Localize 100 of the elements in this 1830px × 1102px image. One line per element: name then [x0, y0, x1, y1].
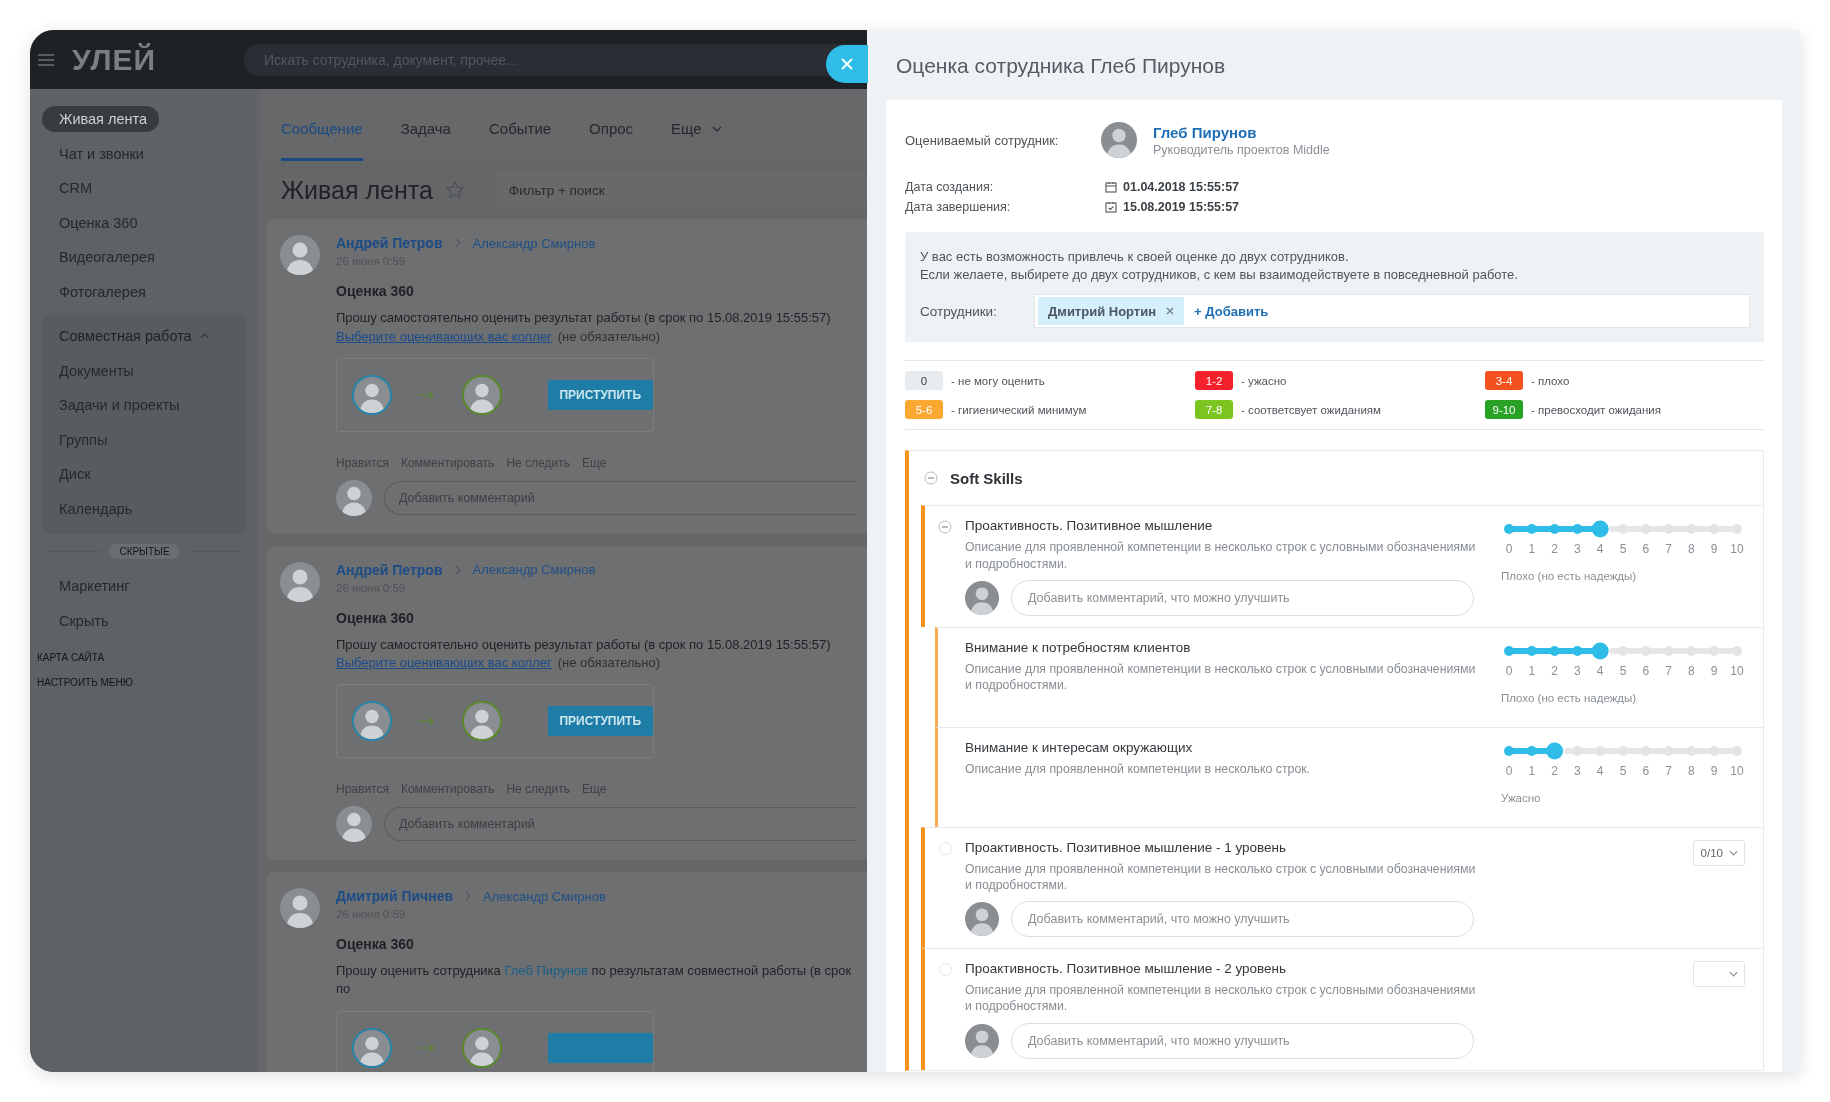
competency-description: Описание для проявленной компетенции в несколько строк с условными обозначениями и подробностями. — [965, 982, 1477, 1015]
employees-field[interactable]: Дмитрий Нортин + Добавить — [1034, 294, 1750, 329]
slider-track[interactable] — [1563, 745, 1742, 756]
tick-label: 10 — [1729, 542, 1745, 557]
tick-label: 0 — [1504, 763, 1514, 778]
slider-track[interactable] — [1609, 524, 1742, 535]
tab[interactable]: Задача — [400, 109, 451, 161]
tick-label: 9 — [1709, 763, 1719, 778]
legend-text: - не могу оценить — [951, 374, 1045, 387]
arrow-right-icon — [418, 389, 436, 400]
slider-thumb[interactable] — [1591, 520, 1609, 538]
sidebar-item[interactable]: Маркетинг — [47, 573, 142, 599]
avatar — [336, 806, 372, 843]
close-button[interactable] — [826, 45, 868, 83]
rating-label: Плохо (но есть надежды) — [1501, 570, 1638, 585]
tick-label: 10 — [1729, 663, 1745, 678]
tick-label: 7 — [1664, 542, 1673, 557]
tab[interactable]: Еще — [671, 109, 722, 161]
employee-role: Руководитель проектов Middle — [1153, 142, 1330, 157]
date-value: 15.08.2019 15:55:57 — [1123, 200, 1240, 214]
tick-label: 8 — [1687, 763, 1696, 778]
post-title: Оценка 360 — [336, 283, 415, 299]
competency-title: Проактивность. Позитивное мышление - 2 уровень — [965, 961, 1288, 977]
post-title: Оценка 360 — [336, 936, 415, 953]
sidebar-item[interactable]: Оценка 360 — [47, 209, 150, 236]
avatar — [461, 701, 502, 742]
remove-icon[interactable] — [1166, 307, 1175, 316]
score-badge: 5-6 — [905, 400, 943, 420]
legend-text: - соответсвует ожиданиям — [1241, 403, 1381, 416]
tab[interactable]: Опрос — [589, 109, 634, 161]
field-label: Сотрудники: — [920, 303, 998, 319]
score-badge: 9-10 — [1485, 400, 1523, 420]
field-label: Оцениваемый сотрудник: — [905, 132, 1060, 148]
sidebar-item[interactable]: Живая лента — [42, 106, 160, 132]
avatar — [461, 1028, 502, 1069]
slider-thumb[interactable] — [1546, 742, 1564, 760]
recipient-link[interactable]: Александр Смирнов — [472, 562, 596, 578]
rating-label: Ужасно — [1501, 791, 1542, 806]
author-link[interactable]: Андрей Петров — [336, 235, 443, 251]
arrow-right-icon — [418, 716, 436, 727]
collapse-icon[interactable] — [938, 520, 952, 535]
tick-label: 7 — [1664, 663, 1673, 678]
choose-colleagues-link[interactable]: Выберите оценивающих вас коллег — [336, 328, 552, 344]
avatar — [1101, 122, 1137, 158]
sidebar-item[interactable]: Чат и звонки — [47, 140, 156, 167]
start-button[interactable]: ПРИСТУПИТЬ — [547, 379, 653, 410]
add-link[interactable]: + Добавить — [1194, 303, 1269, 319]
score-badge: 3-4 — [1485, 371, 1523, 391]
avatar — [352, 1028, 392, 1069]
score-select[interactable] — [1693, 961, 1745, 988]
post-title: Оценка 360 — [336, 609, 415, 626]
sidebar-item[interactable]: Видеогалерея — [47, 244, 167, 270]
author-link[interactable]: Андрей Петров — [336, 561, 443, 578]
competency-description: Описание для проявленной компетенции в несколько строк с условными обозначениями и подробностями. — [965, 539, 1477, 572]
score-select[interactable]: 0/10 — [1693, 839, 1745, 866]
logo: УЛЕЙ — [72, 42, 158, 77]
tick-label: 5 — [1618, 542, 1628, 557]
calendar-icon — [1105, 181, 1117, 193]
field-label: Дата завершения: — [905, 200, 1012, 214]
avatar — [280, 888, 320, 929]
slider-thumb[interactable] — [1591, 642, 1609, 660]
page-title: Живая лента — [281, 175, 433, 205]
recipient-link[interactable]: Александр Смирнов — [483, 888, 606, 904]
sidebar-item[interactable]: Фотогалерея — [47, 278, 158, 305]
footer-link[interactable]: КАРТА САЙТА — [37, 652, 133, 663]
tab[interactable]: Событие — [488, 109, 552, 161]
collapse-icon[interactable] — [924, 471, 938, 486]
employee-chip[interactable]: Дмитрий Нортин — [1038, 297, 1185, 326]
score-badge: 7-8 — [1195, 400, 1233, 420]
tick-label: 1 — [1527, 663, 1537, 678]
post-text: Прошу самостоятельно оценить результат работы (в срок по 15.08.2019 15:55:57) — [336, 309, 832, 327]
menu-icon[interactable] — [38, 53, 54, 66]
start-button[interactable] — [547, 1033, 653, 1064]
sidebar-item[interactable]: CRM — [47, 175, 105, 201]
date-value: 01.04.2018 15:55:57 — [1123, 180, 1240, 194]
tab[interactable]: Сообщение — [281, 109, 363, 161]
filter-field[interactable]: Фильтр + поиск — [494, 173, 867, 207]
tick-label: 3 — [1573, 763, 1582, 778]
tick-label: 10 — [1729, 763, 1745, 778]
start-button[interactable]: ПРИСТУПИТЬ — [547, 706, 653, 737]
footer-link[interactable]: НАСТРОИТЬ МЕНЮ — [37, 677, 133, 688]
avatar — [965, 902, 999, 937]
competency-description: Описание для проявленной компетенции в несколько строк с условными обозначениями и подробностями. — [965, 660, 1477, 694]
close-icon — [841, 58, 853, 70]
sidebar-group-header[interactable]: Совместная работа — [47, 323, 221, 349]
tick-label: 5 — [1618, 663, 1628, 678]
avatar — [336, 479, 372, 516]
tick-label: 6 — [1641, 763, 1651, 778]
tick-label: 5 — [1618, 763, 1628, 778]
slider-track[interactable] — [1609, 645, 1742, 656]
recipient-link[interactable]: Александр Смирнов — [472, 235, 596, 251]
sidebar-item[interactable]: Скрыть — [47, 607, 121, 634]
employee-link[interactable]: Глеб Пирунов — [1153, 123, 1330, 141]
employee-link[interactable]: Глеб Пирунов — [504, 963, 588, 979]
choose-colleagues-link[interactable]: Выберите оценивающих вас коллег — [336, 655, 552, 671]
optional-note: (не обязательно) — [557, 655, 661, 671]
author-link[interactable]: Дмитрий Пичнев — [336, 888, 454, 905]
avatar — [280, 561, 320, 602]
info-text: У вас есть возможность привлечь к своей оценке до двух сотрудников. — [920, 248, 1350, 266]
competency-description: Описание для проявленной компетенции в несколько строк. — [965, 760, 1312, 778]
